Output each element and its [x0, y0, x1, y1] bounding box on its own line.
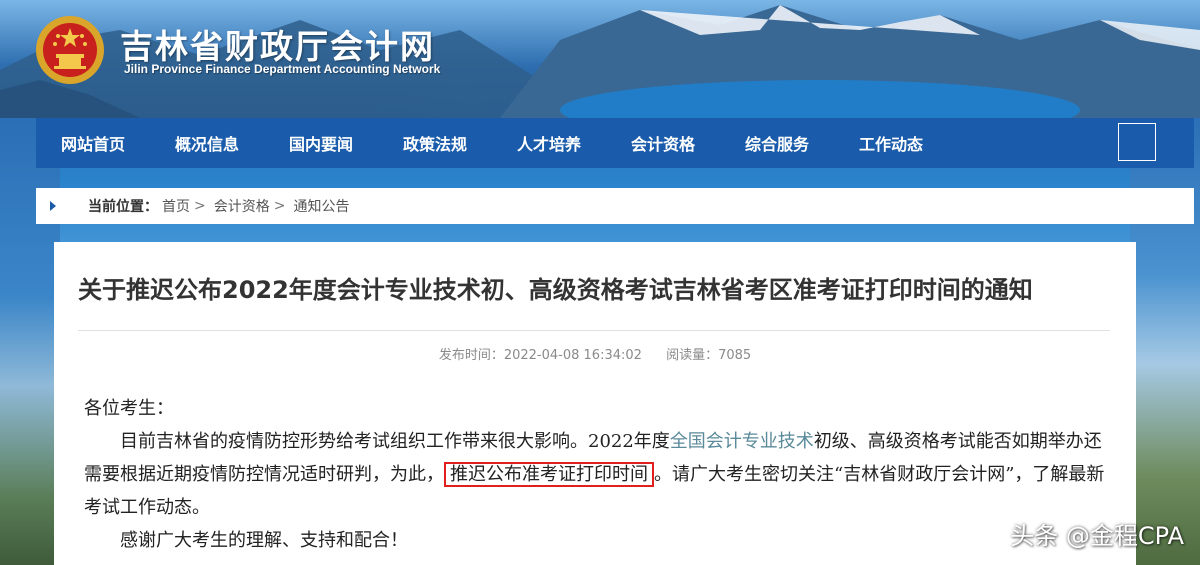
background-scenery-right [1130, 118, 1200, 565]
nav-item-accounting-qualification[interactable]: 会计资格 [606, 131, 720, 155]
nav-item-home[interactable]: 网站首页 [36, 131, 150, 155]
nav-item-policies[interactable]: 政策法规 [378, 131, 492, 155]
breadcrumb: 当前位置： 首页 > 会计资格 > 通知公告 [36, 188, 1194, 224]
views-info: 阅读量：7085 [666, 348, 751, 363]
breadcrumb-separator: > [194, 198, 206, 214]
nav-item-talent[interactable]: 人才培养 [492, 131, 606, 155]
article-title: 关于推迟公布2022年度会计专业技术初、高级资格考试吉林省考区准考证打印时间的通… [78, 276, 1033, 304]
greeting: 各位考生： [84, 398, 174, 419]
header-banner: 吉林省财政厅会计网 Jilin Province Finance Departm… [0, 0, 1200, 118]
boxed-highlight: 推迟公布准考证打印时间 [444, 462, 654, 487]
caret-right-icon [50, 201, 56, 211]
paragraph-1-highlight: 全国会计专业技术 [669, 431, 814, 452]
article-panel: 关于推迟公布2022年度会计专业技术初、高级资格考试吉林省考区准考证打印时间的通… [54, 242, 1136, 565]
article-meta: 发布时间：2022-04-08 16:34:02 阅读量：7085 [54, 344, 1136, 363]
paragraph-1-part-a: 目前吉林省的疫情防控形势给考试组织工作带来很大影响。2022年度 [120, 431, 670, 452]
publish-label: 发布时间： [438, 348, 504, 363]
nav-item-domestic-news[interactable]: 国内要闻 [264, 131, 378, 155]
views-count: 7085 [718, 348, 752, 363]
paragraph-1: 目前吉林省的疫情防控形势给考试组织工作带来很大影响。2022年度全国会计专业技术… [84, 425, 1108, 524]
breadcrumb-accounting-qualification[interactable]: 会计资格 [214, 196, 270, 216]
search-button[interactable] [1118, 123, 1156, 161]
article-body: 各位考生： 目前吉林省的疫情防控形势给考试组织工作带来很大影响。2022年度全国… [84, 392, 1108, 557]
publish-info: 发布时间：2022-04-08 16:34:02 [439, 348, 642, 363]
nav-item-services[interactable]: 综合服务 [720, 131, 834, 155]
breadcrumb-separator: > [273, 198, 286, 214]
background-scenery-left [0, 118, 60, 565]
site-subtitle: Jilin Province Finance Department Accoun… [124, 62, 441, 76]
breadcrumb-label: 当前位置： [88, 199, 158, 215]
paragraph-2: 感谢广大考生的理解、支持和配合！ [120, 530, 408, 551]
national-emblem-icon [36, 16, 104, 84]
views-label: 阅读量： [666, 348, 719, 363]
title-divider [78, 330, 1110, 331]
site-title: 吉林省财政厅会计网 [120, 27, 435, 66]
publish-time: 2022-04-08 16:34:02 [503, 348, 642, 363]
nav-item-work-updates[interactable]: 工作动态 [834, 131, 948, 155]
main-nav: 网站首页 概况信息 国内要闻 政策法规 人才培养 会计资格 综合服务 工作动态 [36, 118, 1194, 168]
nav-item-overview[interactable]: 概况信息 [150, 131, 264, 155]
breadcrumb-notices[interactable]: 通知公告 [293, 196, 349, 216]
watermark: 头条 @金程CPA [1010, 522, 1184, 550]
breadcrumb-home[interactable]: 首页 [162, 196, 190, 216]
